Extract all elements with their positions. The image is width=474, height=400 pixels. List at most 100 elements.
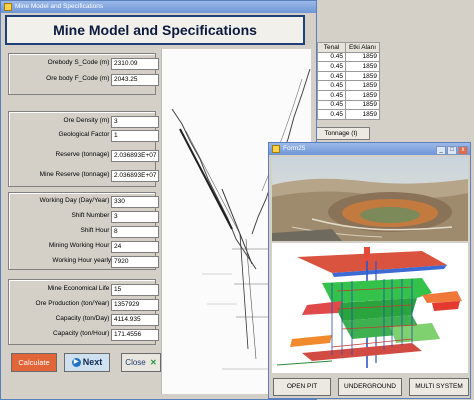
form25-window: Form25 _ □ x OPEN PIT UNDERGROUND MULTI … (268, 142, 471, 399)
ore-density-label: Ore Density (m) : (63, 117, 113, 124)
geological-factor-label: Geological Factor : (58, 131, 113, 138)
mining-working-hour-label: Mining Working Hour : (48, 242, 113, 249)
mine-economical-life-row: Mine Economical Life : 15 (13, 284, 159, 297)
geological-factor-field[interactable]: 1 (111, 130, 159, 142)
orebody-f-code-label: Ore body F_Code (m) : (46, 75, 113, 82)
tenor-cell: 0.45 (317, 70, 346, 82)
orebody-s-code-label: Orebody S_Code (m) : (47, 59, 113, 66)
ore-density-row: Ore Density (m) : 3 (13, 116, 159, 129)
table-row[interactable]: 0.45 1859 (309, 109, 380, 120)
mine-economical-life-field[interactable]: 15 (111, 284, 159, 296)
working-day-row: Working Day (Day/Year) : 330 (13, 196, 159, 209)
tenor-cell: 0.45 (317, 89, 346, 101)
tenor-cell: 0.45 (317, 51, 346, 63)
table-row[interactable]: 0.45 1859 (309, 99, 380, 111)
underground-3d-model (272, 243, 468, 373)
ore-production-field[interactable]: 1357929 (111, 299, 159, 311)
window-title: Mine Model and Specifications (15, 3, 104, 10)
table-row[interactable]: 0.45 1859 (309, 61, 380, 72)
etki-alani-cell: 1859 (345, 51, 380, 63)
reserve-field[interactable]: 2.036893E+07 (111, 150, 159, 162)
tonnage-button[interactable]: Tonnage (t) (312, 127, 370, 140)
main-titlebar: Mine Model and Specifications (1, 1, 316, 13)
underground-model-svg (276, 247, 462, 368)
close-x-icon: ✕ (149, 358, 157, 367)
tenor-cell: 0.45 (317, 61, 346, 72)
mining-working-hour-field[interactable]: 24 (111, 241, 159, 253)
close-window-icon[interactable]: x (458, 146, 468, 155)
reserve-group: Ore Density (m) : 3 Geological Factor : … (8, 111, 159, 187)
orebody-s-code-row: Orebody S_Code (m) : 2310.09 (13, 58, 159, 71)
capacity-day-row: Capacity (ton/Day) : 4114.935 (13, 314, 159, 327)
shift-number-label: Shift Number : (71, 212, 113, 219)
ore-density-field[interactable]: 3 (111, 116, 159, 128)
etki-alani-cell: 1859 (345, 89, 380, 101)
etki-alani-cell: 1859 (345, 109, 380, 120)
orebody-s-code-field[interactable]: 2310.09 (111, 58, 159, 70)
etki-alani-cell: 1859 (345, 61, 380, 72)
form25-title: Form25 (283, 145, 306, 152)
mine-reserve-label: Mine Reserve (tonnage) : (39, 171, 113, 178)
reserve-row: Reserve (tonnage) : 2.036893E+07 (13, 150, 159, 163)
working-hour-yearly-field[interactable]: 7920 (111, 256, 159, 268)
working-day-field[interactable]: 330 (111, 196, 159, 208)
tenor-cell: 0.45 (317, 109, 346, 120)
ore-production-label: Ore Production (ton/Year) : (35, 300, 113, 307)
tenor-cell: 0.45 (317, 80, 346, 91)
orebody-f-code-field[interactable]: 2043.25 (111, 74, 159, 86)
mine-reserve-field[interactable]: 2.036893E+07 (111, 170, 159, 182)
next-button[interactable]: ▶ Next (64, 353, 110, 372)
column-header-etki-alani: Etki Alanı (345, 42, 380, 53)
shift-number-row: Shift Number : 3 (13, 211, 159, 224)
production-capacity-group: Mine Economical Life : 15 Ore Production… (8, 279, 159, 345)
table-row[interactable]: 0.45 1859 (309, 80, 380, 91)
table-row[interactable]: 0.45 1859 (309, 70, 380, 82)
shift-hour-row: Shift Hour : 8 (13, 226, 159, 239)
etki-alani-cell: 1859 (345, 80, 380, 91)
orebody-code-group: Orebody S_Code (m) : 2310.09 Ore body F_… (8, 53, 159, 95)
working-time-group: Working Day (Day/Year) : 330 Shift Numbe… (8, 192, 159, 270)
open-pit-photo-svg (272, 157, 468, 241)
maximize-icon[interactable]: □ (447, 146, 457, 155)
calculate-button[interactable]: Calculate (11, 353, 57, 372)
shift-number-field[interactable]: 3 (111, 211, 159, 223)
tonnage-table: Tenal Etki Alanı 0.45 1859 0.45 1859 0.45 185… (309, 42, 380, 120)
capacity-hour-field[interactable]: 171.4556 (111, 329, 159, 341)
capacity-hour-label: Capacity (ton/Hour) : (53, 330, 113, 337)
etki-alani-cell: 1859 (345, 70, 380, 82)
geological-factor-row: Geological Factor : 1 (13, 130, 159, 143)
reserve-label: Reserve (tonnage) : (55, 151, 113, 158)
open-pit-photo (272, 157, 468, 241)
mining-working-hour-row: Mining Working Hour : 24 (13, 241, 159, 254)
working-hour-yearly-label: Working Hour yearly: (52, 257, 113, 264)
form25-app-icon (272, 145, 280, 153)
open-pit-button[interactable]: OPEN PIT (273, 378, 331, 396)
next-arrow-icon: ▶ (71, 358, 81, 368)
capacity-day-field[interactable]: 4114.935 (111, 314, 159, 326)
mine-economical-life-label: Mine Economical Life : (47, 285, 113, 292)
working-day-label: Working Day (Day/Year) : (39, 197, 113, 204)
column-header-tenor: Tenal (317, 42, 346, 53)
minimize-icon[interactable]: _ (436, 146, 446, 155)
window-controls: _ □ x (435, 144, 468, 155)
mine-reserve-row: Mine Reserve (tonnage) : 2.036893E+07 (13, 170, 159, 183)
close-button[interactable]: Close ✕ (121, 353, 161, 372)
multi-system-button[interactable]: MULTI SYSTEM (409, 378, 469, 396)
etki-alani-cell: 1859 (345, 99, 380, 111)
app-icon (4, 3, 12, 11)
orebody-f-code-row: Ore body F_Code (m) : 2043.25 (13, 74, 159, 87)
table-row[interactable]: 0.45 1859 (309, 51, 380, 63)
capacity-hour-row: Capacity (ton/Hour) : 171.4556 (13, 329, 159, 342)
capacity-day-label: Capacity (ton/Day) : (55, 315, 113, 322)
table-row[interactable]: 0.45 1859 (309, 89, 380, 101)
background-table-window: Tenal Etki Alanı 0.45 1859 0.45 1859 0.45 185… (305, 0, 474, 145)
shift-hour-field[interactable]: 8 (111, 226, 159, 238)
working-hour-yearly-row: Working Hour yearly: 7920 (13, 256, 159, 269)
ore-production-row: Ore Production (ton/Year) : 1357929 (13, 299, 159, 312)
close-label: Close (125, 358, 146, 367)
table-header-row: Tenal Etki Alanı (309, 42, 380, 53)
underground-button[interactable]: UNDERGROUND (338, 378, 402, 396)
next-label: Next (82, 357, 103, 367)
tenor-cell: 0.45 (317, 99, 346, 111)
page-title: Mine Model and Specifications (5, 15, 305, 45)
